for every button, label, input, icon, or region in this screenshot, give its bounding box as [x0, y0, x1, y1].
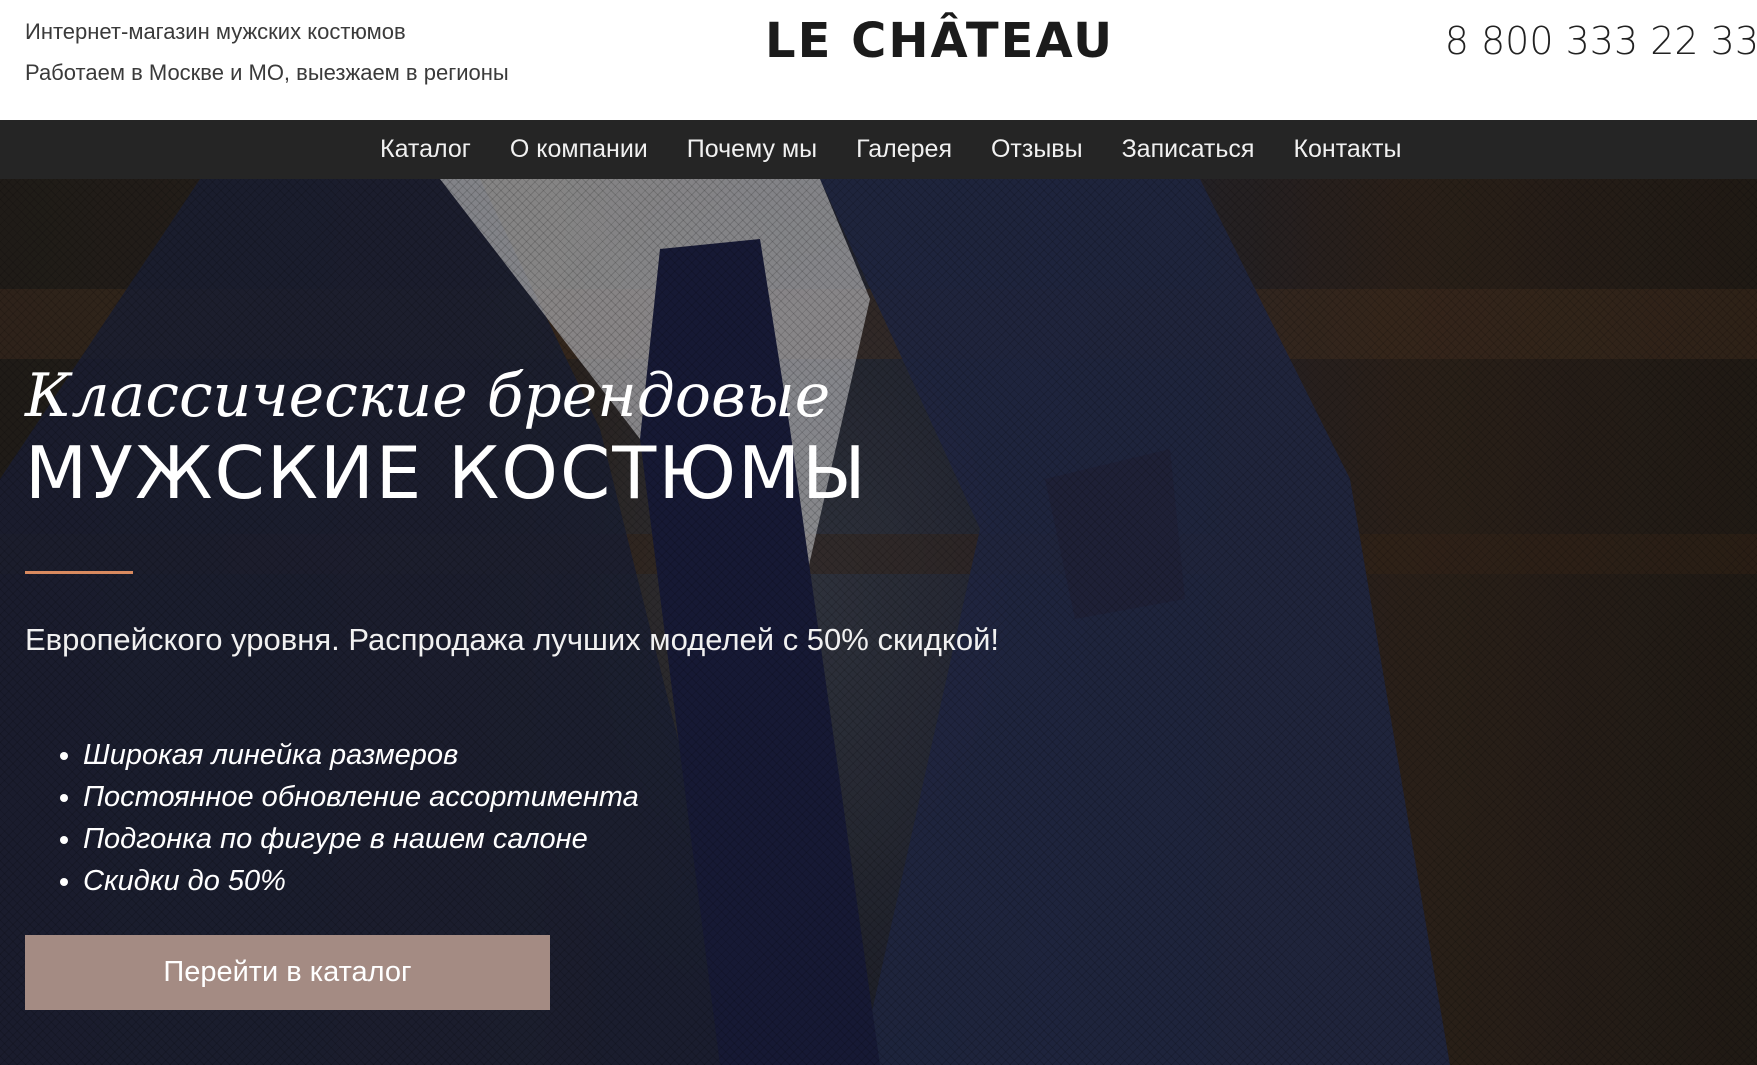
- header-tagline-shop: Интернет-магазин мужских костюмов: [25, 19, 406, 44]
- accent-divider: [25, 571, 133, 574]
- header-phone[interactable]: 8 800 333 22 33: [1445, 19, 1757, 63]
- main-nav: Каталог О компании Почему мы Галерея Отз…: [0, 120, 1757, 179]
- hero-title-script: Классические брендовые: [25, 361, 831, 431]
- nav-item-signup[interactable]: Записаться: [1122, 135, 1255, 164]
- list-item: Подгонка по фигуре в нашем салоне: [83, 818, 639, 860]
- nav-item-about[interactable]: О компании: [510, 135, 648, 164]
- list-item: Постоянное обновление ассортимента: [83, 776, 639, 818]
- list-item: Скидки до 50%: [83, 860, 639, 902]
- go-to-catalog-button[interactable]: Перейти в каталог: [25, 935, 550, 1010]
- hero-title-main: МУЖСКИЕ КОСТЮМЫ: [25, 431, 868, 515]
- nav-item-reviews[interactable]: Отзывы: [991, 135, 1083, 164]
- site-logo[interactable]: LE CHÂTEAU: [765, 13, 1114, 69]
- site-header: Интернет-магазин мужских костюмов Работа…: [0, 0, 1757, 120]
- feature-list: Широкая линейка размеров Постоянное обно…: [58, 734, 639, 902]
- hero-subtitle: Европейского уровня. Распродажа лучших м…: [25, 622, 1000, 657]
- nav-item-contacts[interactable]: Контакты: [1293, 135, 1401, 164]
- nav-item-gallery[interactable]: Галерея: [856, 135, 952, 164]
- header-tagline-region: Работаем в Москве и МО, выезжаем в регио…: [25, 60, 509, 85]
- hero-section: Классические брендовые МУЖСКИЕ КОСТЮМЫ Е…: [0, 179, 1757, 1065]
- nav-item-catalog[interactable]: Каталог: [380, 135, 471, 164]
- nav-item-why-us[interactable]: Почему мы: [687, 135, 817, 164]
- list-item: Широкая линейка размеров: [83, 734, 639, 776]
